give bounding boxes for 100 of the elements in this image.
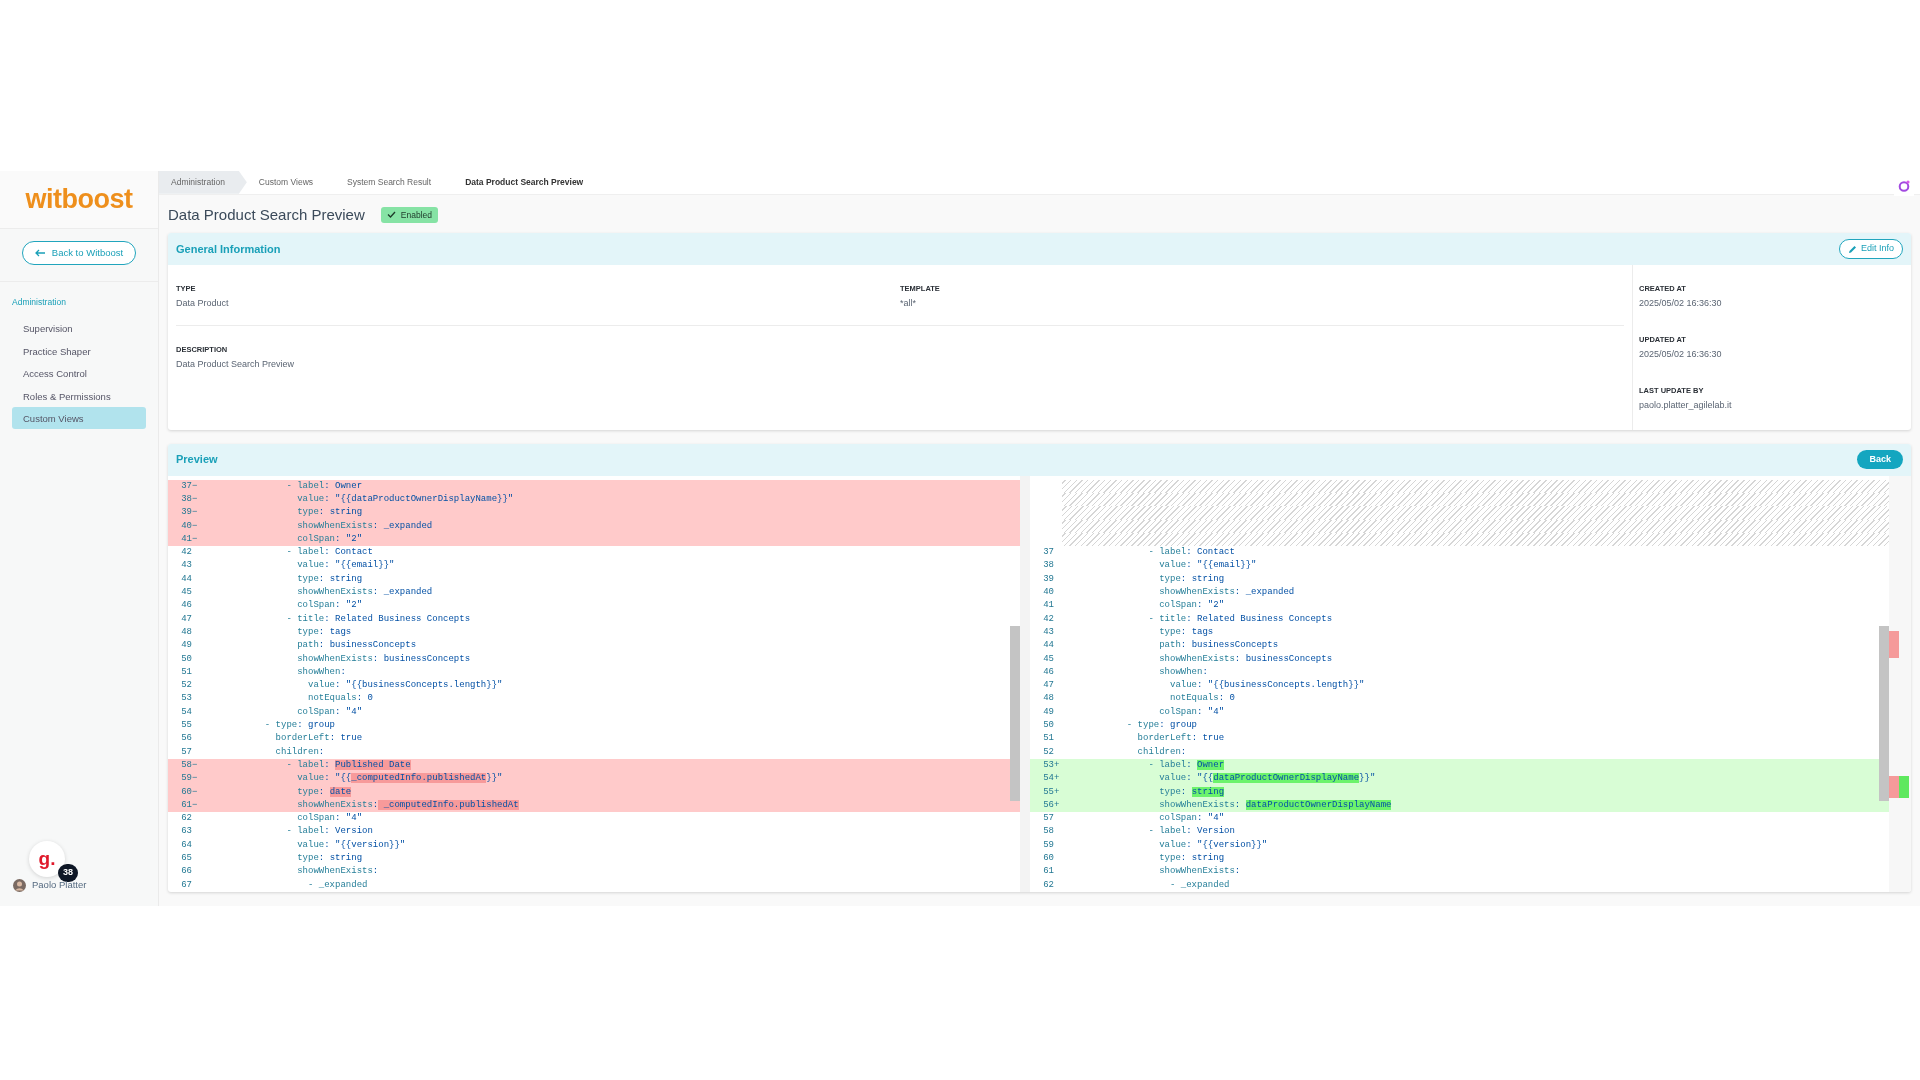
code-line: value: "{{businessConcepts.length}}": [1169, 679, 1365, 693]
count-badge: 38: [58, 864, 78, 882]
code-line: value: "{{_computedInfo.publishedAt}}": [296, 772, 503, 786]
line-number: 37: [1042, 546, 1054, 560]
code-line: showWhenExists:: [1158, 865, 1241, 879]
field-value: paolo.platter_agilelab.it: [1639, 398, 1733, 412]
line-number: 57: [1042, 812, 1054, 826]
code-line: showWhenExists: _expanded: [296, 586, 433, 600]
code-line: - label: Published Date: [285, 758, 411, 772]
breadcrumb[interactable]: Administration: [159, 171, 247, 194]
code-line: type: string: [1158, 852, 1225, 865]
change-sign: −: [192, 785, 199, 799]
line-number: 65: [180, 852, 192, 865]
sidebar-item[interactable]: Supervision: [12, 317, 146, 339]
code-line: path: businessConcepts: [296, 639, 417, 653]
page-title: Data Product Search Preview: [168, 204, 365, 225]
card-title: General Information: [176, 241, 281, 257]
line-number: 50: [180, 652, 192, 666]
field-value: 2025/05/02 16:36:30: [1639, 297, 1723, 311]
pane-splitter[interactable]: [1020, 475, 1030, 892]
card-title: Preview: [176, 452, 218, 468]
code-line: type: date: [296, 785, 352, 799]
edit-button[interactable]: Edit Info: [1838, 239, 1903, 259]
code-line: colSpan: "4": [1158, 812, 1225, 826]
line-number: 62: [180, 812, 192, 826]
code-line: - title: Related Business Concepts: [285, 612, 471, 626]
code-line: showWhen:: [1158, 665, 1208, 679]
code-line: - type: group: [1125, 719, 1198, 733]
code-line: colSpan: "4": [296, 812, 363, 826]
code-line: - _expanded: [307, 878, 368, 892]
line-number: 59: [1042, 838, 1054, 852]
field-value: Data Product: [176, 297, 230, 311]
ring-icon: [1898, 180, 1910, 192]
line-number: 49: [1042, 705, 1054, 719]
code-line: type: tags: [296, 625, 352, 639]
line-number: 50: [1042, 719, 1054, 733]
line-number: 39: [1042, 572, 1054, 586]
sidebar-item[interactable]: Roles & Permissions: [12, 384, 146, 406]
change-sign: +: [1054, 758, 1061, 772]
change-sign: −: [192, 772, 199, 786]
scrollbar-thumb[interactable]: [1879, 625, 1889, 801]
code-line: path: businessConcepts: [1158, 639, 1279, 653]
line-number: 37: [180, 479, 192, 493]
breadcrumb[interactable]: Custom Views: [246, 171, 336, 194]
sidebar-item[interactable]: Practice Shaper: [12, 339, 146, 361]
avatar-icon: [13, 878, 26, 892]
breadcrumb[interactable]: System Search Result: [335, 171, 454, 194]
line-number: 55: [180, 719, 192, 733]
scrollbar-thumb[interactable]: [1010, 625, 1020, 801]
line-number: 47: [180, 612, 192, 626]
change-sign: +: [1054, 772, 1061, 786]
line-number: 61: [1042, 865, 1054, 879]
change-sign: +: [1054, 798, 1061, 812]
change-sign: −: [192, 798, 199, 812]
breadcrumb[interactable]: Data Product Search Preview: [453, 171, 606, 194]
line-number: 56: [180, 732, 192, 746]
back-link[interactable]: Back to Witboost: [21, 241, 137, 266]
arrow-left-icon: [34, 249, 46, 258]
change-sign: +: [1054, 785, 1061, 799]
line-number: 48: [180, 625, 192, 639]
line-number: 66: [180, 865, 192, 879]
overview-marker: [1889, 630, 1899, 658]
line-number: 67: [180, 878, 192, 892]
field-value: 2025/05/02 16:36:30: [1639, 348, 1723, 362]
code-line: showWhenExists: _computedInfo.publishedAt: [296, 798, 519, 812]
change-sign: −: [192, 479, 199, 493]
line-number: 39: [180, 506, 192, 520]
line-number: 42: [1042, 612, 1054, 626]
code-line: type: string: [1158, 572, 1225, 586]
code-line: type: string: [296, 572, 363, 586]
code-line: notEquals: 0: [1169, 692, 1235, 706]
code-line: type: string: [296, 852, 363, 865]
line-number: 52: [1042, 745, 1054, 759]
overview-marker: [1889, 775, 1899, 798]
line-number: 38: [1042, 559, 1054, 573]
line-number: 60: [180, 785, 192, 799]
line-number: 51: [1042, 732, 1054, 746]
check-icon: [386, 211, 396, 219]
line-number: 40: [180, 519, 192, 533]
code-line: value: "{{email}}": [1158, 559, 1257, 573]
field-value: Data Product Search Preview: [176, 358, 296, 372]
sidebar-item[interactable]: Access Control: [12, 362, 146, 384]
code-line: - type: group: [263, 719, 336, 733]
line-number: 47: [1042, 679, 1054, 693]
line-number: 43: [180, 559, 192, 573]
line-number: 53: [180, 692, 192, 706]
back-button[interactable]: Back: [1857, 449, 1903, 470]
line-number: 55: [1042, 785, 1054, 799]
code-line: - _expanded: [1169, 878, 1230, 892]
code-line: value: "{{dataProductOwnerDisplayName}}": [296, 493, 514, 506]
change-sign: −: [192, 506, 199, 520]
line-number: 56: [1042, 798, 1054, 812]
code-line: colSpan: "4": [1158, 705, 1225, 719]
sidebar-item[interactable]: Custom Views: [12, 407, 146, 429]
pencil-icon: [1847, 244, 1857, 254]
line-number: 45: [1042, 652, 1054, 666]
change-sign: −: [192, 532, 199, 546]
line-number: 64: [180, 838, 192, 852]
code-line: - label: Version: [285, 825, 373, 839]
code-line: - label: Version: [1147, 825, 1235, 839]
